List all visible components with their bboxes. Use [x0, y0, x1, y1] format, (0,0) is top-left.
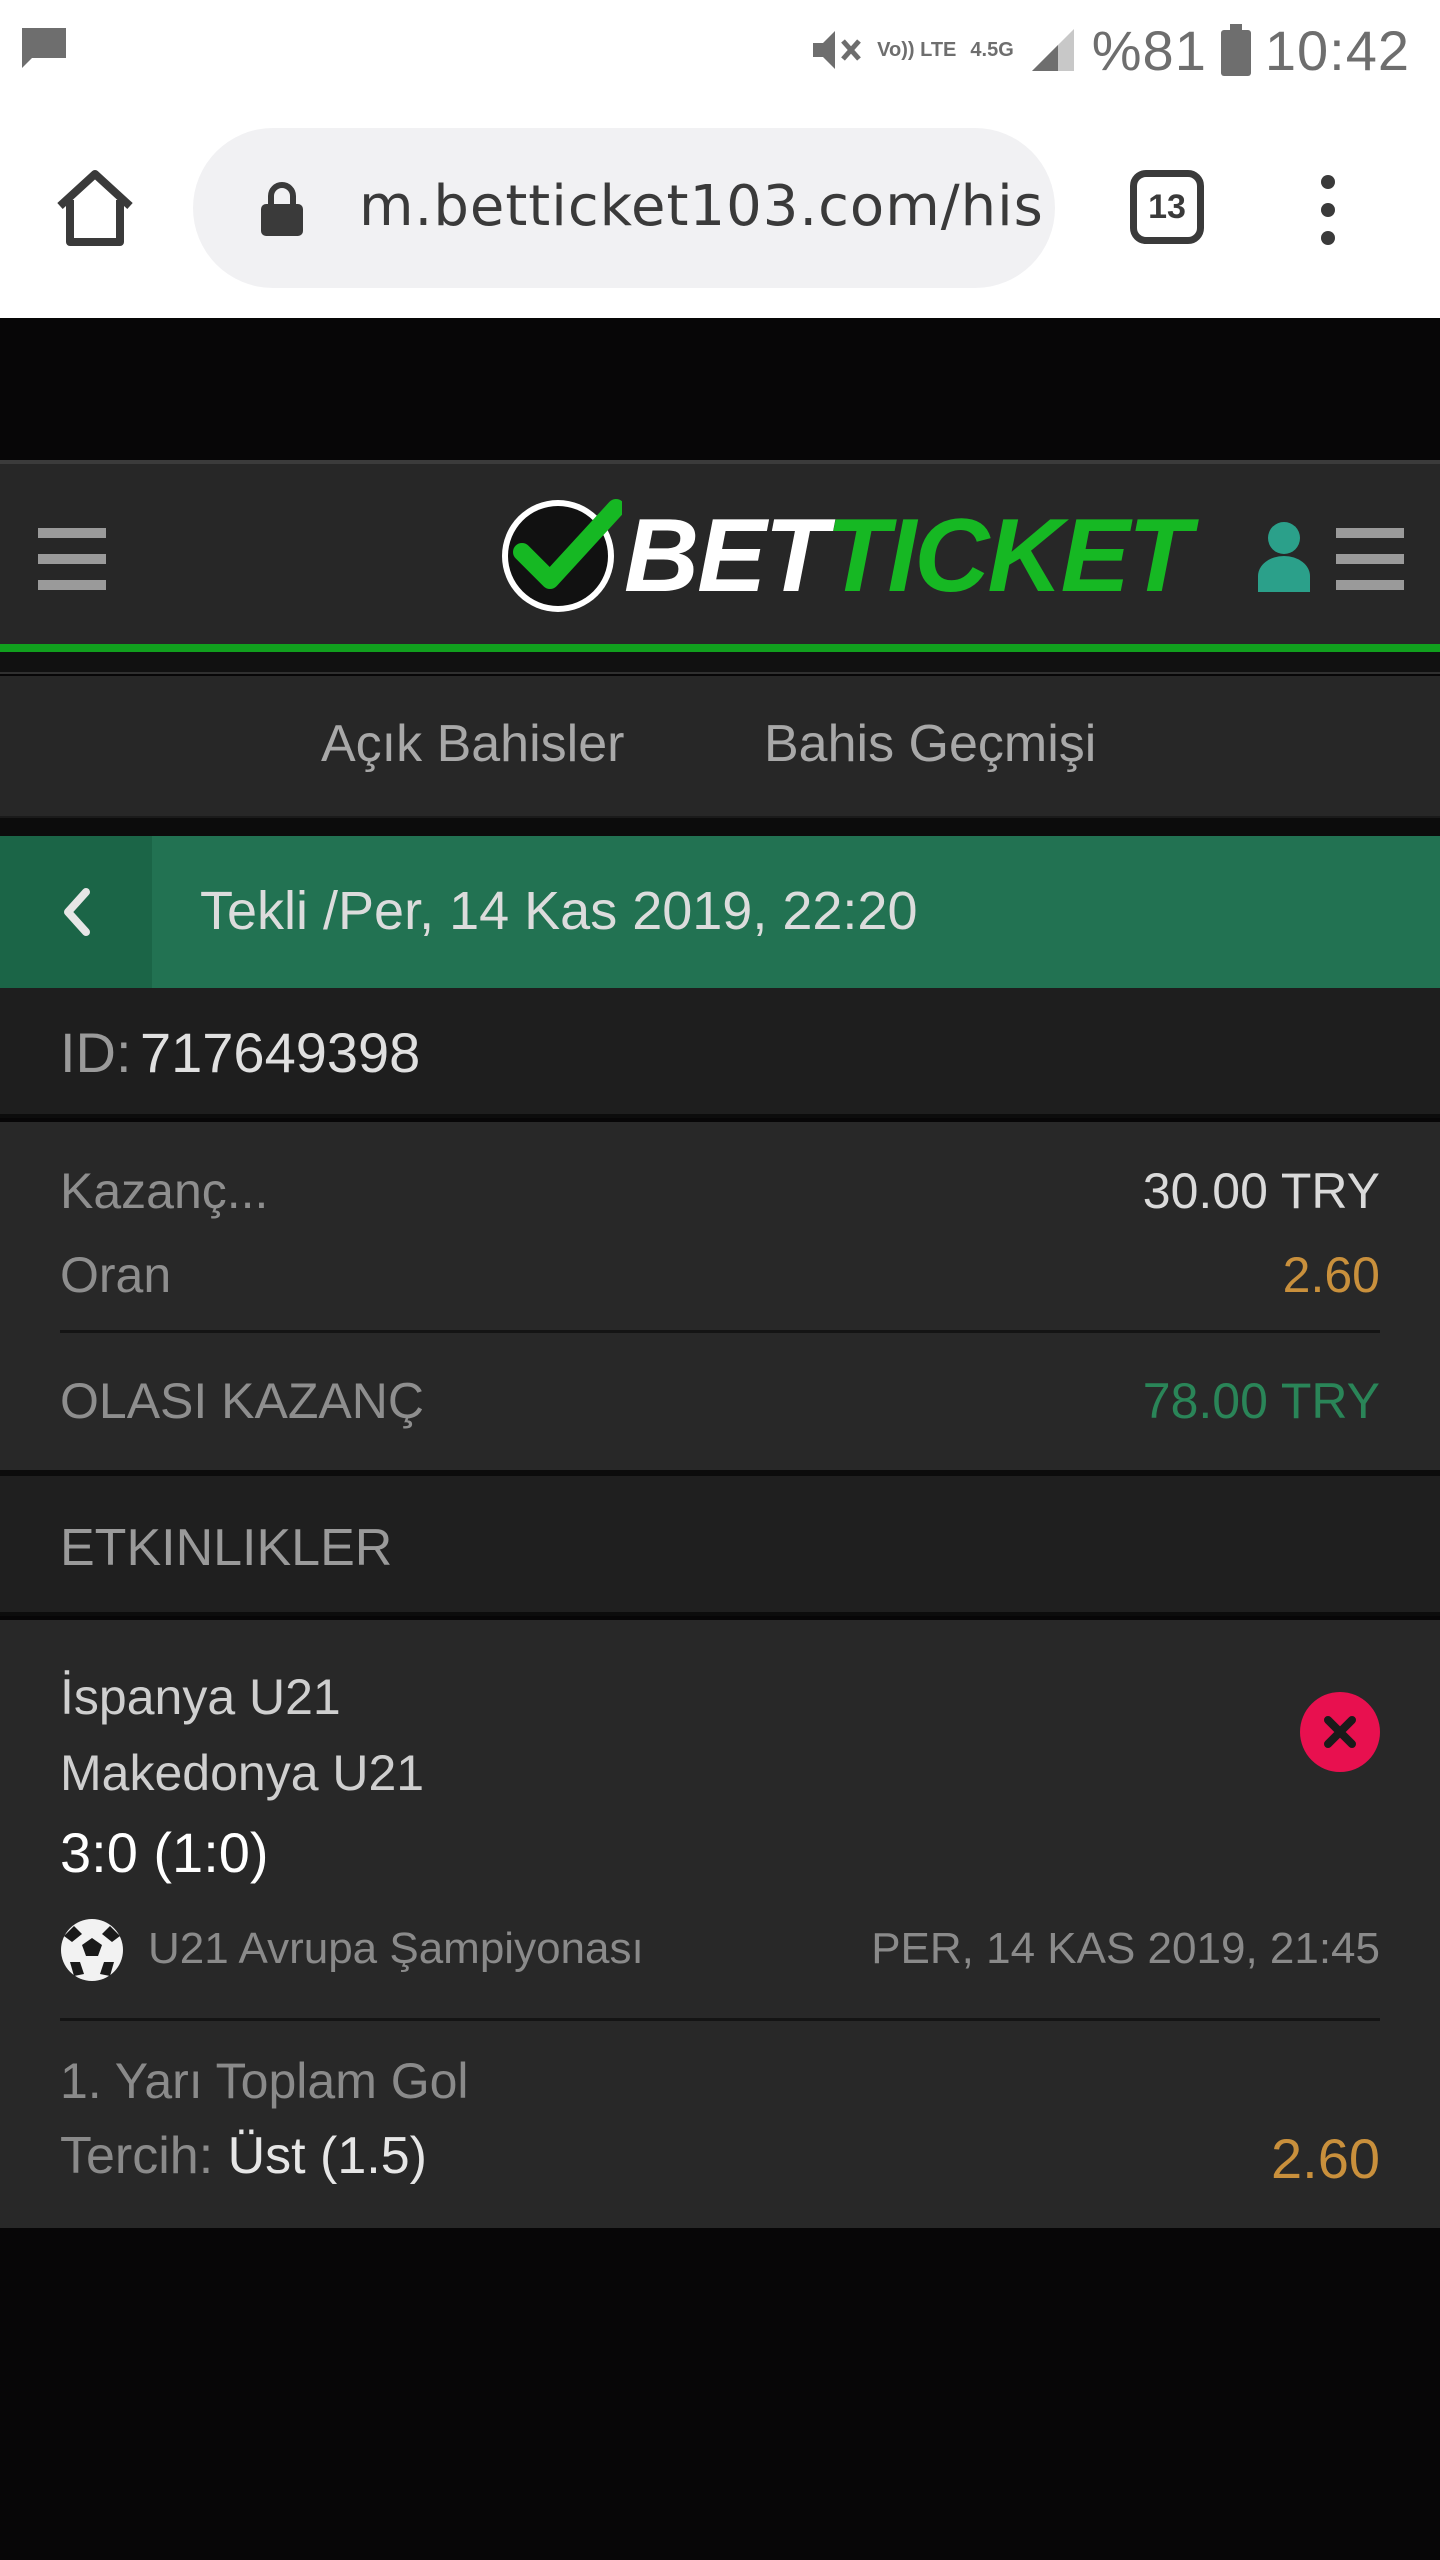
odds-label: Oran [60, 1247, 172, 1303]
events-section-header: ETKINLIKLER [0, 1476, 1440, 1616]
back-button[interactable] [0, 836, 152, 988]
message-notification-icon [22, 28, 66, 68]
bet-tabs: Açık Bahisler Bahis Geçmişi [0, 676, 1440, 818]
event-card: İspanya U21 Makedonya U21 3:0 (1:0) U21 … [0, 1620, 1440, 2228]
potential-payout-value: 78.00 TRY [1142, 1373, 1380, 1429]
status-bar: Vo)) LTE 4.5G %81 10:42 [0, 0, 1440, 100]
logo-wordmark: BETTICKET [624, 504, 1192, 608]
match-score: 3:0 (1:0) [60, 1821, 269, 1884]
site-header: BETTICKET [0, 460, 1440, 652]
event-divider [60, 2018, 1380, 2021]
lock-icon [261, 182, 303, 236]
network-type-indicator: 4.5G [970, 39, 1014, 61]
stake-value: 30.00 TRY [1142, 1163, 1380, 1219]
volte-indicator: Vo)) LTE [877, 39, 957, 61]
home-icon[interactable] [50, 162, 140, 252]
url-text: m.betticket103.com/his [359, 174, 1044, 239]
event-date: PER, 14 KAS 2019, 21:45 [871, 1924, 1380, 1973]
potential-payout-label: OLASI KAZANÇ [60, 1373, 424, 1429]
soccer-ball-icon [61, 1919, 123, 1981]
selection-line: Tercih: Üst (1.5) [60, 2126, 427, 2186]
page-bottom-spacer [0, 2228, 1440, 2560]
bet-summary: Kazanç... 30.00 TRY Oran 2.60 OLASI KAZA… [0, 1122, 1440, 1476]
battery-percent: %81 [1091, 18, 1207, 82]
logo-bet: BET [624, 498, 828, 614]
events-title: ETKINLIKLER [60, 1519, 393, 1577]
betticket-logo[interactable]: BETTICKET [498, 494, 1192, 618]
bet-slip-header: Tekli /Per, 14 Kas 2019, 22:20 [0, 836, 1440, 988]
mute-icon [813, 31, 862, 69]
logo-ticket: TICKET [826, 498, 1192, 614]
away-team: Makedonya U21 [60, 1745, 425, 1801]
main-menu-icon[interactable] [38, 526, 106, 592]
stake-label: Kazanç... [60, 1163, 269, 1219]
page-top-spacer [0, 318, 1440, 460]
user-account-icon[interactable] [1258, 520, 1310, 592]
address-bar[interactable]: m.betticket103.com/his [193, 128, 1055, 288]
league-name: U21 Avrupa Şampiyonası [148, 1924, 644, 1973]
summary-divider [60, 1330, 1380, 1333]
bet-id-label: ID: [60, 1021, 132, 1084]
secondary-menu-icon[interactable] [1336, 526, 1404, 592]
tab-bet-history[interactable]: Bahis Geçmişi [764, 714, 1096, 774]
odds-value: 2.60 [1282, 1247, 1380, 1303]
clock: 10:42 [1264, 18, 1410, 82]
tab-open-bets[interactable]: Açık Bahisler [321, 714, 624, 774]
bet-id-row: ID: 717649398 [0, 988, 1440, 1118]
chevron-left-icon [64, 888, 90, 936]
market-name: 1. Yarı Toplam Gol [60, 2053, 469, 2109]
battery-icon [1220, 24, 1251, 76]
selection-value: Üst (1.5) [227, 2127, 427, 2185]
browser-toolbar: m.betticket103.com/his 13 [0, 100, 1440, 318]
selection-odds: 2.60 [1271, 2127, 1380, 2190]
bet-id-value: 717649398 [140, 1021, 421, 1084]
selection-label: Tercih: [60, 2127, 214, 2185]
more-options-icon[interactable] [1308, 172, 1348, 248]
bet-title: Tekli /Per, 14 Kas 2019, 22:20 [200, 881, 918, 941]
home-team: İspanya U21 [60, 1669, 341, 1725]
signal-icon [1031, 29, 1074, 71]
tabs-separator [0, 818, 1440, 836]
lost-status-icon [1300, 1692, 1380, 1772]
checkmark-logo-icon [502, 499, 622, 612]
tab-switcher-button[interactable]: 13 [1130, 170, 1204, 244]
header-separator [0, 652, 1440, 674]
